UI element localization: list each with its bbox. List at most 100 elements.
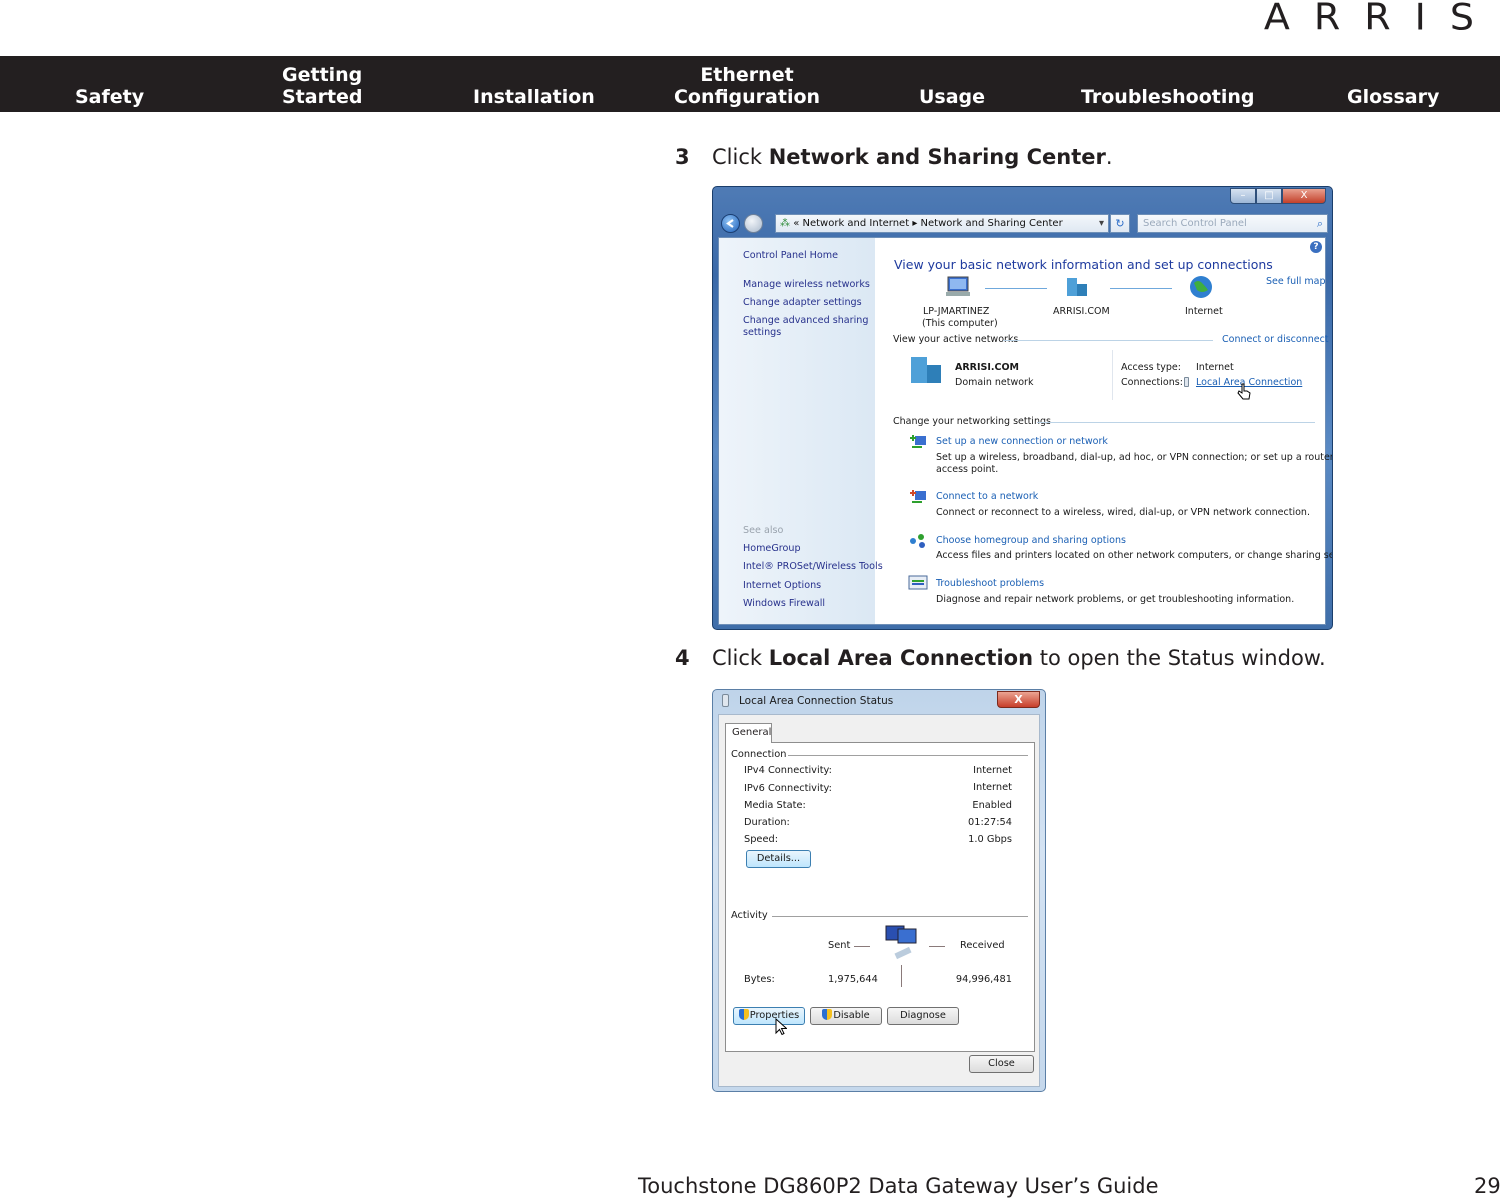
map-node-internet: Internet [1185,306,1223,317]
ipv6-label: IPv6 Connectivity: [744,783,832,794]
window-title: Local Area Connection Status [739,695,894,707]
hand-cursor-icon [1237,383,1251,400]
disable-button[interactable]: Disable [810,1007,882,1025]
change-adapter-settings-link[interactable]: Change adapter settings [743,297,862,309]
domain-network-large-icon [911,357,941,383]
setup-new-connection-link[interactable]: Set up a new connection or network [936,436,1108,448]
uac-shield-icon [822,1009,833,1020]
breadcrumb-network-and-sharing-center[interactable]: Network and Sharing Center [921,218,1063,229]
address-dropdown-icon[interactable]: ▾ [1099,215,1104,232]
group-rule [772,916,1028,917]
step-number: 3 [675,145,690,169]
arrow-cursor-icon [775,1018,787,1036]
homegroup-link[interactable]: HomeGroup [743,543,801,555]
back-button[interactable] [721,214,740,233]
task-description: Connect or reconnect to a wireless, wire… [936,507,1310,518]
breadcrumb-network-and-internet[interactable]: Network and Internet [803,218,910,229]
internet-options-link[interactable]: Internet Options [743,580,821,592]
active-network-type: Domain network [955,377,1034,388]
breadcrumb-separator-icon: ▸ [912,218,918,229]
tab-general[interactable]: General [725,723,772,743]
details-button[interactable]: Details... [746,850,811,868]
duration-label: Duration: [744,817,790,828]
close-button[interactable]: X [1282,188,1326,204]
see-full-map-link[interactable]: See full map [1266,276,1326,288]
homegroup-sharing-link[interactable]: Choose homegroup and sharing options [936,535,1126,547]
nav-item-glossary[interactable]: Glossary [1347,60,1439,108]
diagnose-button[interactable]: Diagnose [887,1007,959,1025]
map-node-computer-sublabel: (This computer) [922,318,998,329]
received-connector [929,946,945,947]
network-activity-icon [885,925,917,960]
nav-label-line2: Glossary [1347,86,1440,108]
computer-icon [946,276,970,296]
dialog-body: General Connection IPv4 Connectivity: In… [718,714,1040,1087]
control-panel-home-link[interactable]: Control Panel Home [743,250,838,262]
duration-value: 01:27:54 [968,817,1012,828]
close-button[interactable]: Close [969,1055,1034,1073]
search-control-panel-input[interactable]: Search Control Panel ⌕ [1137,214,1328,233]
step-text: Click Local Area Connection to open the … [712,646,1326,670]
activity-group-label: Activity [731,910,768,921]
minimize-button[interactable]: – [1230,188,1256,204]
search-placeholder: Search Control Panel [1143,218,1247,229]
step-emphasis: Local Area Connection [768,646,1034,670]
nav-label-line2: Troubleshooting [1081,86,1255,108]
help-icon[interactable]: ? [1310,241,1322,253]
change-settings-label: Change your networking settings [893,416,1051,427]
see-also-label: See also [743,525,784,536]
access-type-label: Access type: [1121,362,1181,373]
nav-item-safety[interactable]: Safety [75,60,144,108]
general-tab-panel: Connection IPv4 Connectivity: Internet I… [725,742,1035,1052]
ipv6-value: Internet [973,782,1012,793]
media-state-label: Media State: [744,800,806,811]
activity-divider [901,965,902,987]
media-state-value: Enabled [972,800,1012,811]
connect-or-disconnect-link[interactable]: Connect or disconnect [1222,334,1329,346]
ethernet-adapter-icon [722,694,729,707]
properties-button[interactable]: Properties [733,1007,805,1025]
guide-title: Touchstone DG860P2 Data Gateway User’s G… [638,1174,1159,1198]
refresh-button[interactable]: ↻ [1110,214,1130,233]
nav-item-getting-started[interactable]: Getting Started [282,60,363,108]
step-suffix: to open the Status window. [1033,646,1326,670]
change-advanced-sharing-link[interactable]: Change advanced sharing [743,315,868,327]
ethernet-adapter-icon [1184,377,1189,387]
nav-item-ethernet-configuration[interactable]: Ethernet Configuration [674,60,820,108]
ipv4-label: IPv4 Connectivity: [744,765,832,776]
intel-proset-link[interactable]: Intel® PROSet/Wireless Tools [743,561,883,573]
group-rule [788,755,1028,756]
nav-item-usage[interactable]: Usage [919,60,985,108]
connect-to-network-link[interactable]: Connect to a network [936,491,1038,503]
maximize-button[interactable]: □ [1256,188,1282,204]
windows-firewall-link[interactable]: Windows Firewall [743,598,825,610]
troubleshoot-problems-link[interactable]: Troubleshoot problems [936,578,1044,590]
manage-wireless-networks-link[interactable]: Manage wireless networks [743,279,870,291]
uac-shield-icon [738,1009,749,1020]
step-emphasis: Network and Sharing Center [768,145,1106,169]
received-label: Received [960,940,1005,951]
step-prefix: Click [712,646,769,670]
address-bar[interactable]: ⁂ « Network and Internet ▸ Network and S… [775,214,1109,233]
task-description: Set up a wireless, broadband, dial-up, a… [936,452,1333,463]
connect-network-icon [910,490,926,503]
page-heading: View your basic network information and … [894,257,1273,272]
address-chevron: « [793,218,800,229]
step-number: 4 [675,646,690,670]
search-icon[interactable]: ⌕ [1317,215,1323,232]
local-area-connection-status-window: Local Area Connection Status X General C… [712,689,1046,1092]
nav-label-line2: Installation [473,86,595,108]
domain-network-icon [1067,278,1087,296]
speed-value: 1.0 Gbps [968,834,1012,845]
section-rule [1037,422,1315,423]
nav-item-installation[interactable]: Installation [473,60,595,108]
close-window-button[interactable]: X [997,691,1040,708]
nav-item-troubleshooting[interactable]: Troubleshooting [1081,60,1255,108]
forward-button[interactable] [744,214,763,233]
step-suffix: . [1105,145,1113,169]
nav-label-line1: Getting [282,64,363,86]
troubleshoot-icon [908,575,928,590]
change-advanced-sharing-link-cont[interactable]: settings [743,327,781,339]
homegroup-icon [910,534,925,548]
active-networks-label: View your active networks [893,334,1019,345]
